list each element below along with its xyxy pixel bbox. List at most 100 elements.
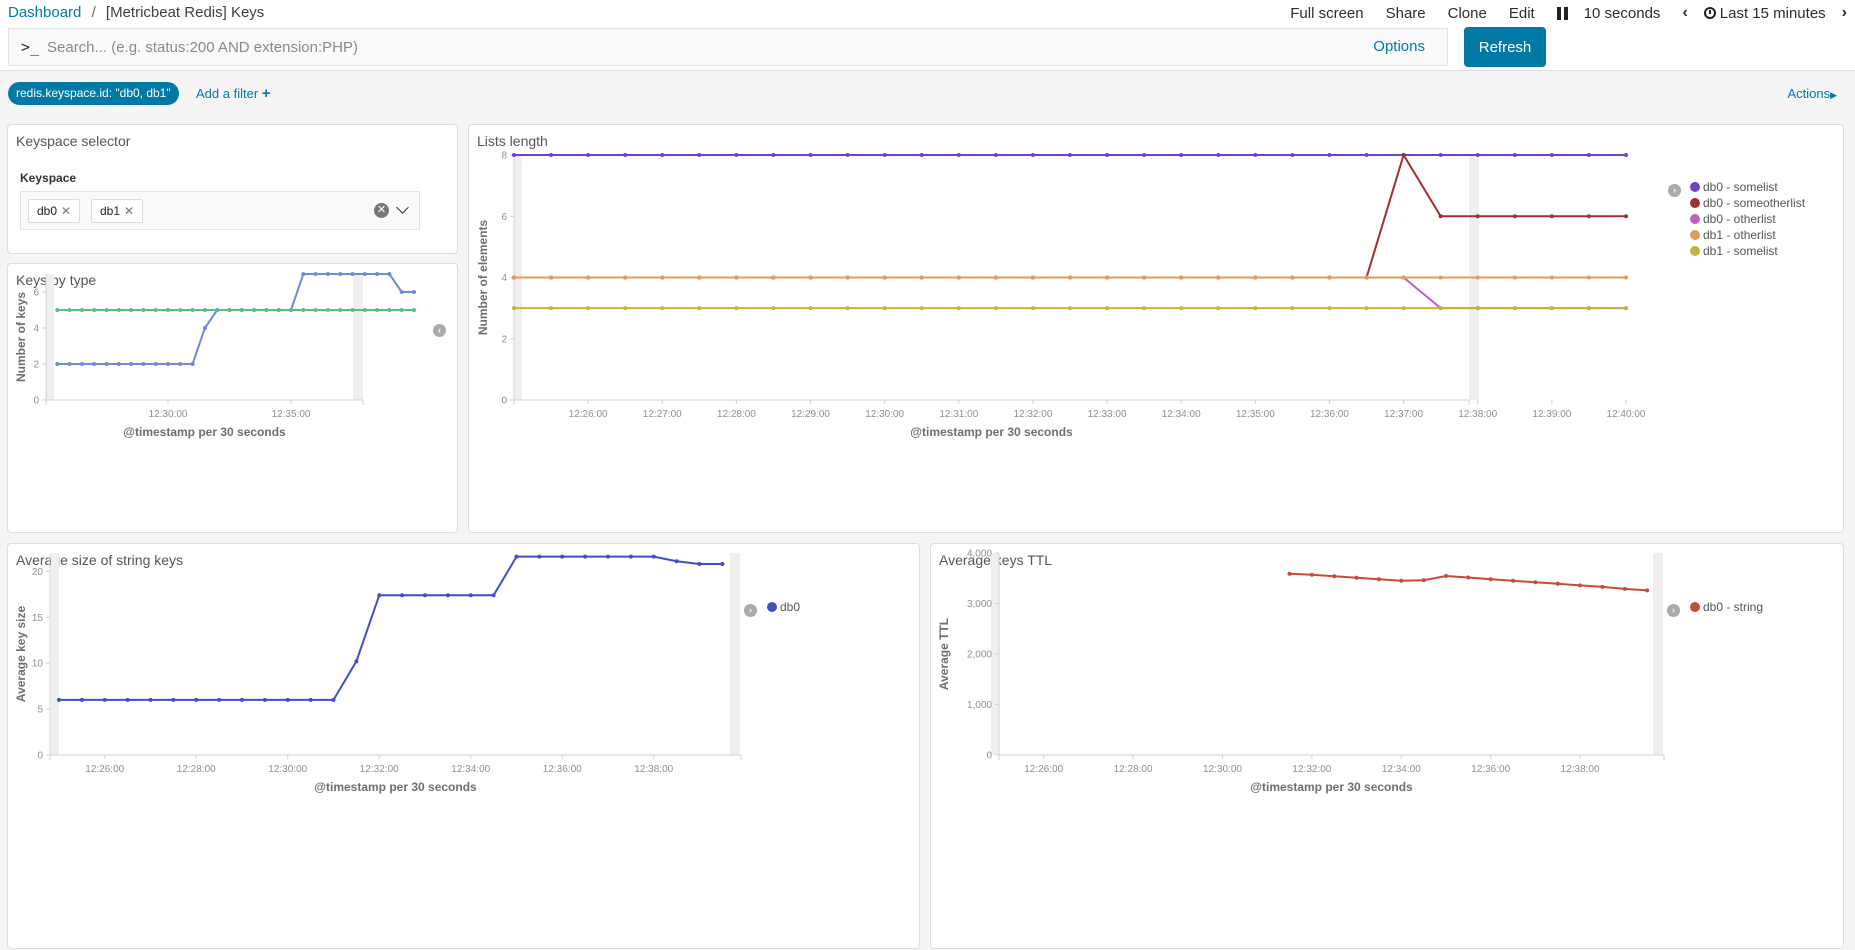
chevron-right-icon[interactable]: › <box>1842 4 1847 22</box>
y-axis-title: Average TTL <box>937 618 951 690</box>
filter-bar: redis.keyspace.id: "db0, db1" Add a filt… <box>0 70 1855 114</box>
legend-item[interactable]: db0 - somelist <box>1690 179 1805 195</box>
data-point <box>239 308 244 312</box>
data-point <box>1512 153 1517 157</box>
edit-button[interactable]: Edit <box>1509 5 1535 22</box>
legend-item[interactable]: db0 - otherlist <box>1690 211 1805 227</box>
data-point <box>325 308 330 312</box>
x-tick-label: 12:36:00 <box>543 764 582 775</box>
data-point <box>919 306 924 311</box>
legend-toggle-icon[interactable]: › <box>1667 604 1680 617</box>
x-tick-label: 12:26:00 <box>85 764 124 775</box>
legend-color-dot <box>1690 182 1700 192</box>
data-point <box>1253 306 1258 311</box>
prompt-icon: >_ <box>21 38 40 56</box>
data-point <box>697 306 702 311</box>
legend-label: db0 - string <box>1703 600 1764 614</box>
y-tick-label: 3,000 <box>967 599 992 610</box>
data-point <box>1376 577 1381 582</box>
data-point <box>252 308 257 312</box>
legend-toggle-icon[interactable]: › <box>1668 184 1681 197</box>
plus-icon: + <box>261 85 271 102</box>
chevron-left-icon[interactable]: ‹ <box>1682 4 1687 22</box>
chevron-down-icon[interactable] <box>396 201 409 214</box>
y-tick-label: 4,000 <box>967 549 992 560</box>
data-point <box>1399 578 1404 583</box>
legend-toggle-icon[interactable]: › <box>744 604 757 617</box>
series-line <box>514 152 1626 279</box>
data-point <box>285 697 290 702</box>
legend-item[interactable]: db1 - otherlist <box>1690 227 1805 243</box>
data-point <box>92 308 97 312</box>
time-picker-button[interactable]: Last 15 minutes <box>1703 5 1826 22</box>
legend-toggle-icon[interactable]: ‹ <box>433 324 446 337</box>
data-point <box>586 306 591 311</box>
data-point <box>102 697 107 702</box>
legend-label: db1 - otherlist <box>1703 228 1776 242</box>
pause-icon[interactable] <box>1556 6 1568 20</box>
legend-color-dot <box>1690 198 1700 208</box>
plot-gutter <box>1653 553 1663 755</box>
data-point <box>660 275 665 280</box>
data-point <box>1142 153 1147 157</box>
data-point <box>301 308 306 312</box>
data-point <box>1549 275 1554 280</box>
data-point <box>412 290 416 294</box>
keyspace-select[interactable]: db0 ✕ db1 ✕ ✕ <box>20 191 420 230</box>
data-point <box>1533 580 1538 585</box>
y-tick-label: 0 <box>37 751 43 762</box>
search-input[interactable] <box>47 29 1347 65</box>
plot-gutter <box>730 553 740 755</box>
refresh-button[interactable]: Refresh <box>1464 27 1546 67</box>
data-point <box>308 697 313 702</box>
data-point <box>697 275 702 280</box>
x-tick-label: 12:30:00 <box>268 764 307 775</box>
add-filter-button[interactable]: Add a filter + <box>196 85 271 102</box>
data-point <box>1624 306 1628 311</box>
data-point <box>845 275 850 280</box>
data-point <box>1438 306 1443 311</box>
keys-by-type-chart: 0 2 4 6 12:30:00 12:35:00 Number of keys @times… <box>14 272 416 439</box>
data-point <box>1645 588 1650 593</box>
data-point <box>1512 275 1517 280</box>
clone-button[interactable]: Clone <box>1448 5 1487 22</box>
y-axis-title: Number of keys <box>14 292 28 382</box>
remove-tag-icon[interactable]: ✕ <box>61 204 71 218</box>
data-point <box>623 306 628 311</box>
remove-tag-icon[interactable]: ✕ <box>124 204 134 218</box>
refresh-interval-button[interactable]: 10 seconds <box>1584 5 1661 22</box>
data-point <box>387 308 392 312</box>
data-point <box>623 153 628 157</box>
data-point <box>1030 275 1035 280</box>
share-button[interactable]: Share <box>1386 5 1426 22</box>
data-point <box>148 697 153 702</box>
y-axis-title: Average key size <box>14 606 28 703</box>
data-point <box>399 290 404 294</box>
options-button[interactable]: Options <box>1373 38 1425 55</box>
legend-item[interactable]: db0 - string <box>1690 599 1763 615</box>
data-point <box>512 275 516 280</box>
data-point <box>808 275 813 280</box>
y-tick-label: 0 <box>986 751 992 762</box>
clear-selection-icon[interactable]: ✕ <box>374 203 389 218</box>
data-point <box>549 153 554 157</box>
legend-item[interactable]: db0 <box>767 599 800 615</box>
legend-item[interactable]: db0 - someotherlist <box>1690 195 1805 211</box>
lists-length-chart: 0 2 4 6 8 12:26:00 12:27:00 12:28:00 12:29:00 12:… <box>476 151 1646 440</box>
actions-button[interactable]: Actions▶ <box>1787 86 1837 101</box>
full-screen-button[interactable]: Full screen <box>1290 5 1363 22</box>
x-tick-label: 12:28:00 <box>177 764 216 775</box>
data-point <box>375 272 380 276</box>
x-tick-label: 12:30:00 <box>1203 764 1242 775</box>
data-point <box>1364 306 1369 311</box>
y-tick-label: 20 <box>32 567 44 578</box>
data-point <box>808 306 813 311</box>
top-menu: Full screen Share Clone Edit 10 seconds … <box>1268 4 1847 22</box>
data-point <box>350 308 355 312</box>
data-point <box>845 153 850 157</box>
breadcrumb-dashboard-link[interactable]: Dashboard <box>8 4 81 21</box>
breadcrumb-separator: / <box>91 4 96 21</box>
legend-item[interactable]: db1 - somelist <box>1690 243 1805 259</box>
filter-pill[interactable]: redis.keyspace.id: "db0, db1" <box>8 82 179 105</box>
data-point <box>586 275 591 280</box>
